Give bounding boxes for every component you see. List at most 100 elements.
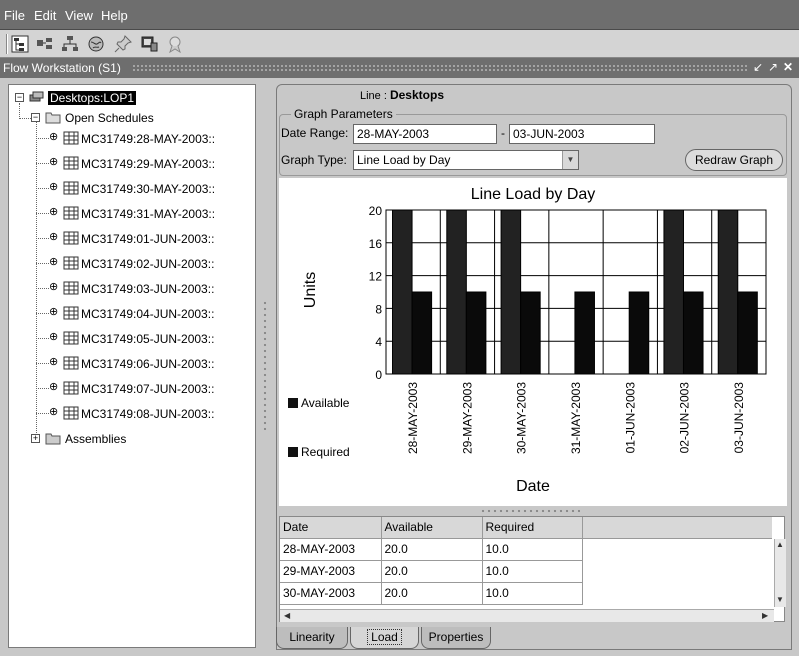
tree-node-schedule[interactable]: ⊕ MC31749:03-JUN-2003:: [49, 280, 259, 298]
expand-icon[interactable]: ⊕ [49, 257, 58, 268]
tree-node-schedule[interactable]: ⊕ MC31749:05-JUN-2003:: [49, 330, 259, 348]
chart-table-splitter[interactable] [480, 508, 580, 514]
scroll-left-icon[interactable]: ◀ [284, 611, 290, 620]
tree-label-schedule[interactable]: MC31749:08-JUN-2003:: [81, 407, 214, 421]
bar-required [682, 291, 704, 375]
column-header-required[interactable]: Required [482, 517, 583, 539]
tree-view-icon[interactable] [10, 34, 30, 54]
tab-load[interactable]: Load [350, 627, 419, 649]
table-row[interactable]: 30-MAY-2003 20.0 10.0 [280, 582, 772, 605]
menu-file[interactable]: File [4, 8, 25, 23]
scroll-right-icon[interactable]: ▶ [762, 611, 768, 620]
tree-label-schedule[interactable]: MC31749:30-MAY-2003:: [81, 182, 215, 196]
tree-node-schedule[interactable]: ⊕ MC31749:01-JUN-2003:: [49, 230, 259, 248]
column-header-date[interactable]: Date [280, 517, 382, 539]
expand-icon[interactable]: ⊕ [49, 357, 58, 368]
close-icon[interactable]: ✕ [781, 60, 795, 74]
tree-node-schedule[interactable]: ⊕ MC31749:02-JUN-2003:: [49, 255, 259, 273]
tab-linearity[interactable]: Linearity [276, 627, 348, 649]
hierarchy-icon[interactable] [60, 34, 80, 54]
menu-edit[interactable]: Edit [34, 8, 56, 23]
scroll-up-icon[interactable]: ▲ [776, 540, 784, 549]
scroll-down-icon[interactable]: ▼ [776, 595, 784, 604]
award-icon[interactable] [165, 34, 185, 54]
cell-available[interactable]: 20.0 [381, 582, 483, 605]
table-row[interactable]: 29-MAY-2003 20.0 10.0 [280, 560, 772, 583]
tree-node-schedule[interactable]: ⊕ MC31749:04-JUN-2003:: [49, 305, 259, 323]
tree-node-root[interactable]: − Desktops:LOP1 [15, 89, 215, 107]
restore-icon[interactable]: ↗ [766, 60, 780, 74]
tree-node-schedule[interactable]: ⊕ MC31749:06-JUN-2003:: [49, 355, 259, 373]
tree-label-schedule[interactable]: MC31749:03-JUN-2003:: [81, 282, 214, 296]
tree-label-schedule[interactable]: MC31749:05-JUN-2003:: [81, 332, 214, 346]
expand-icon[interactable]: ⊕ [49, 232, 58, 243]
expand-icon[interactable]: ⊕ [49, 132, 58, 143]
schedule-grid-icon [63, 381, 79, 395]
expand-icon[interactable]: + [31, 434, 40, 443]
tree-label-schedule[interactable]: MC31749:01-JUN-2003:: [81, 232, 214, 246]
tree-node-schedule[interactable]: ⊕ MC31749:07-JUN-2003:: [49, 380, 259, 398]
graph-type-select[interactable]: Line Load by Day ▼ [353, 150, 579, 170]
menu-help[interactable]: Help [101, 8, 128, 23]
table-vertical-scrollbar[interactable]: ▲ ▼ [774, 539, 786, 607]
y-tick-label: 0 [375, 368, 382, 382]
tree-node-schedule[interactable]: ⊕ MC31749:08-JUN-2003:: [49, 405, 259, 423]
chart-title: Line Load by Day [471, 186, 596, 203]
date-to-field[interactable]: 03-JUN-2003 [509, 124, 655, 144]
title-drag-handle[interactable] [132, 64, 747, 72]
tree-node-schedule[interactable]: ⊕ MC31749:28-MAY-2003:: [49, 130, 259, 148]
cell-required[interactable]: 10.0 [482, 582, 583, 605]
table-row[interactable]: 28-MAY-2003 20.0 10.0 [280, 538, 772, 561]
cell-required[interactable]: 10.0 [482, 538, 583, 561]
cell-required[interactable]: 10.0 [482, 560, 583, 583]
folder-icon [45, 433, 61, 445]
tree-label-schedule[interactable]: MC31749:31-MAY-2003:: [81, 207, 215, 221]
tree-node-open-schedules[interactable]: − Open Schedules [31, 109, 231, 127]
cell-available[interactable]: 20.0 [381, 560, 483, 583]
cell-available[interactable]: 20.0 [381, 538, 483, 561]
tree-label-schedule[interactable]: MC31749:02-JUN-2003:: [81, 257, 214, 271]
tree-node-schedule[interactable]: ⊕ MC31749:31-MAY-2003:: [49, 205, 259, 223]
expand-icon[interactable]: ⊕ [49, 307, 58, 318]
monitor-icon[interactable] [139, 34, 159, 54]
tree-label-open-schedules[interactable]: Open Schedules [65, 111, 154, 125]
tree-node-assemblies[interactable]: + Assemblies [31, 430, 231, 448]
cell-date[interactable]: 29-MAY-2003 [280, 560, 382, 583]
expand-icon[interactable]: ⊕ [49, 157, 58, 168]
tree-node-schedule[interactable]: ⊕ MC31749:30-MAY-2003:: [49, 180, 259, 198]
tree-label-schedule[interactable]: MC31749:07-JUN-2003:: [81, 382, 214, 396]
column-header-available[interactable]: Available [381, 517, 483, 539]
pane-splitter[interactable] [262, 300, 268, 430]
collapse-icon[interactable]: − [15, 93, 24, 102]
expand-icon[interactable]: ⊕ [49, 182, 58, 193]
minimize-icon[interactable]: ↙ [751, 60, 765, 74]
expand-icon[interactable]: ⊕ [49, 207, 58, 218]
expand-icon[interactable]: ⊕ [49, 282, 58, 293]
expand-icon[interactable]: ⊕ [49, 407, 58, 418]
cell-date[interactable]: 30-MAY-2003 [280, 582, 382, 605]
dropdown-arrow-icon[interactable]: ▼ [562, 151, 578, 169]
expand-icon[interactable] [35, 34, 55, 54]
tab-properties[interactable]: Properties [421, 627, 491, 649]
tree-label-assemblies[interactable]: Assemblies [65, 432, 126, 446]
tree-label-schedule[interactable]: MC31749:06-JUN-2003:: [81, 357, 214, 371]
date-from-field[interactable]: 28-MAY-2003 [353, 124, 497, 144]
pin-icon[interactable] [113, 34, 133, 54]
schedule-grid-icon [63, 356, 79, 370]
tree-label-schedule[interactable]: MC31749:04-JUN-2003:: [81, 307, 214, 321]
tree-label-schedule[interactable]: MC31749:29-MAY-2003:: [81, 157, 215, 171]
expand-icon[interactable]: ⊕ [49, 332, 58, 343]
y-tick-label: 16 [369, 237, 383, 251]
tree-node-schedule[interactable]: ⊕ MC31749:29-MAY-2003:: [49, 155, 259, 173]
cell-date[interactable]: 28-MAY-2003 [280, 538, 382, 561]
expand-icon[interactable]: ⊕ [49, 382, 58, 393]
redraw-graph-button[interactable]: Redraw Graph [685, 149, 783, 171]
table-horizontal-scrollbar[interactable]: ◀ ▶ [280, 609, 774, 622]
tree-label-schedule[interactable]: MC31749:28-MAY-2003:: [81, 132, 215, 146]
menu-view[interactable]: View [65, 8, 93, 23]
collapse-icon[interactable]: − [31, 113, 40, 122]
y-tick-label: 12 [369, 270, 383, 284]
chart-xlabel: Date [516, 478, 550, 495]
tree-label-root[interactable]: Desktops:LOP1 [48, 91, 137, 105]
globe-icon[interactable] [86, 34, 106, 54]
